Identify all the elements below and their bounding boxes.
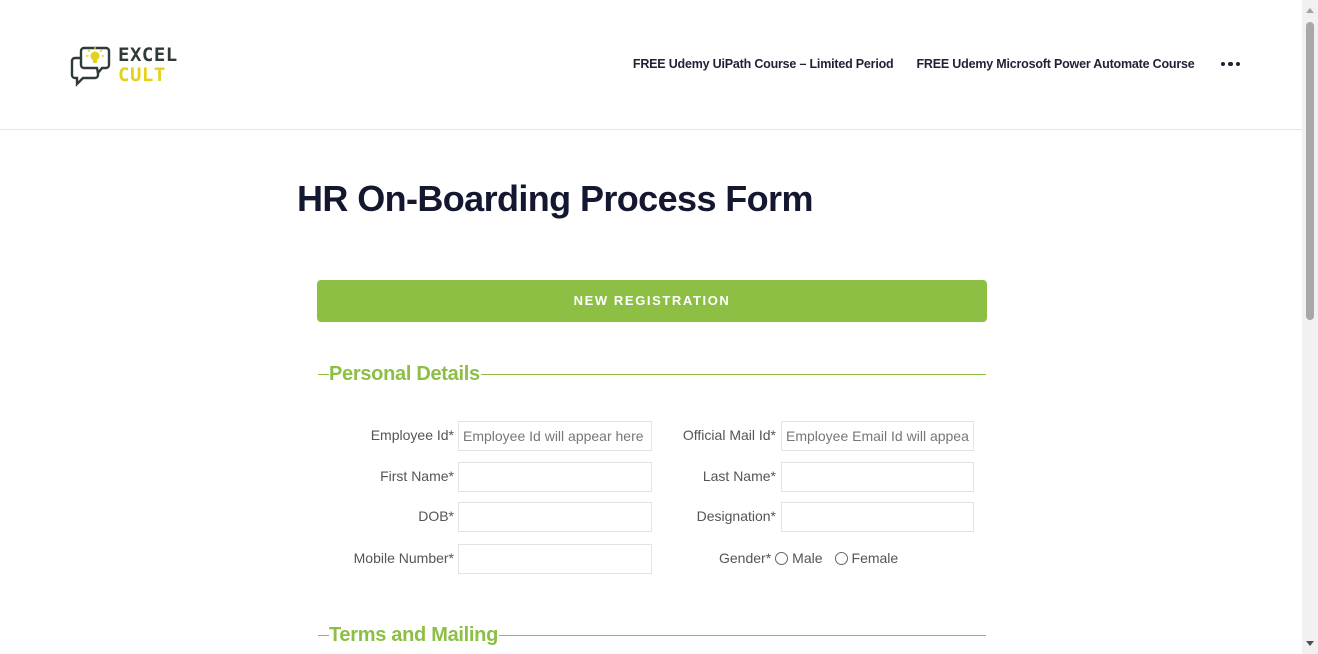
main-nav: FREE Udemy UiPath Course – Limited Perio… (610, 55, 1240, 73)
dot (1235, 61, 1240, 67)
mobile-number-input[interactable] (458, 544, 652, 574)
new-registration-button[interactable]: NEW REGISTRATION (317, 280, 987, 322)
dot (1220, 61, 1225, 67)
logo-line-1: EXCEL (118, 44, 178, 66)
section-terms-and-mailing: Terms and Mailing (318, 622, 986, 648)
logo-line-2: CULT (118, 64, 166, 86)
nav-link-uipath-course[interactable]: FREE Udemy UiPath Course – Limited Perio… (633, 55, 894, 73)
gender-option-female[interactable]: Female (831, 550, 899, 566)
gender-label: Gender* (719, 550, 772, 566)
radio-button-male[interactable] (775, 551, 789, 565)
first-name-input[interactable] (458, 462, 652, 492)
logo-wordmark: EXCEL CULT (118, 45, 178, 85)
last-name-input[interactable] (781, 462, 974, 492)
radio-button-female[interactable] (834, 551, 848, 565)
gender-option-label: Female (851, 550, 899, 566)
mobile-number-label: Mobile Number* (353, 550, 454, 566)
gender-radio-group: Gender* Male Female (719, 543, 902, 573)
scrollbar-thumb[interactable] (1306, 22, 1314, 320)
official-mail-input[interactable] (781, 421, 974, 451)
site-logo[interactable]: EXCEL CULT (70, 44, 200, 88)
designation-input[interactable] (781, 502, 974, 532)
section-title: Personal Details (329, 361, 481, 387)
scroll-up-arrow-icon[interactable] (1306, 8, 1314, 13)
gender-option-label: Male (792, 550, 823, 566)
site-header: EXCEL CULT FREE Udemy UiPath Course – Li… (0, 0, 1302, 130)
employee-id-label: Employee Id* (370, 427, 454, 443)
section-personal-details: Personal Details (318, 361, 986, 387)
dot (1228, 61, 1233, 67)
scroll-down-arrow-icon[interactable] (1306, 641, 1314, 646)
gender-option-male[interactable]: Male (771, 550, 823, 566)
designation-label: Designation* (696, 508, 776, 524)
section-title: Terms and Mailing (329, 622, 500, 648)
chat-bulb-icon (70, 46, 111, 87)
official-mail-label: Official Mail Id* (682, 427, 776, 443)
employee-id-input[interactable] (458, 421, 652, 451)
dob-input[interactable] (458, 502, 652, 532)
page-scrollbar[interactable] (1302, 0, 1318, 654)
page: EXCEL CULT FREE Udemy UiPath Course – Li… (0, 0, 1318, 654)
first-name-label: First Name* (380, 468, 454, 484)
nav-link-power-automate-course[interactable]: FREE Udemy Microsoft Power Automate Cour… (917, 55, 1195, 73)
last-name-label: Last Name* (702, 468, 776, 484)
page-title: HR On-Boarding Process Form (297, 178, 813, 219)
more-horizontal-icon[interactable] (1220, 61, 1240, 67)
dob-label: DOB* (418, 508, 454, 524)
